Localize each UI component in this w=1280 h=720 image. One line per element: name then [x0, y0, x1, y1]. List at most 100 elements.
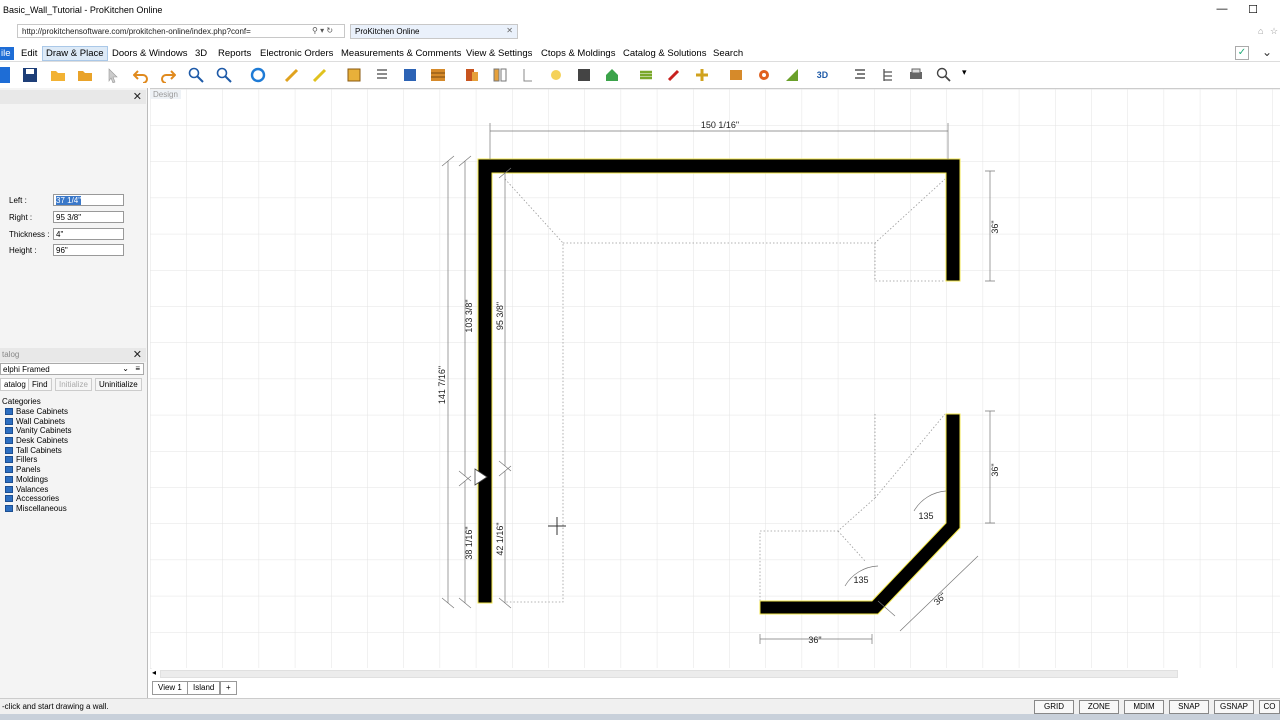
tree-item-label: Fillers	[16, 455, 38, 465]
select-arrow-icon[interactable]	[105, 67, 121, 83]
menu-electronic-orders[interactable]: Electronic Orders	[257, 47, 336, 60]
list-icon[interactable]	[374, 67, 390, 83]
catalog-select[interactable]: elphi Framed ⌄ ≡	[0, 363, 144, 375]
collapse-chevron-icon[interactable]: ⌄	[1262, 45, 1272, 59]
menu-catalog-solutions[interactable]: Catalog & Solutions	[620, 47, 709, 60]
menu-file[interactable]: ile	[0, 47, 14, 60]
height-field[interactable]: 96"	[53, 244, 124, 256]
tree-item-fillers[interactable]: Fillers	[0, 455, 144, 465]
favorites-icon[interactable]: ☆	[1270, 26, 1278, 37]
menu-reports[interactable]: Reports	[215, 47, 254, 60]
menu-search[interactable]: Search	[710, 47, 746, 60]
door-icon[interactable]	[464, 67, 480, 83]
menu-edit[interactable]: Edit	[18, 47, 40, 60]
minimize-button[interactable]: —	[1212, 3, 1232, 19]
move-icon[interactable]	[694, 67, 710, 83]
3d-view-icon[interactable]: 3D	[816, 67, 832, 83]
zoom-icon[interactable]	[188, 67, 204, 83]
left-label: Left :	[9, 196, 27, 205]
tree-root[interactable]: Categories	[0, 397, 144, 407]
tree-item-moldings[interactable]: Moldings	[0, 475, 144, 485]
scroll-left-arrow-icon[interactable]: ◂	[152, 668, 156, 677]
tab-catalog[interactable]: atalog	[0, 378, 30, 391]
dropdown-arrow-icon[interactable]: ▾	[962, 67, 978, 83]
hammer-icon[interactable]	[666, 67, 682, 83]
tree-item-panels[interactable]: Panels	[0, 465, 144, 475]
align-icon[interactable]	[852, 67, 868, 83]
menu-measurements-comments[interactable]: Measurements & Comments	[338, 47, 464, 60]
menu-icon[interactable]: ≡	[135, 364, 140, 373]
hierarchy-icon[interactable]	[880, 67, 896, 83]
tab-initialize[interactable]: Initialize	[55, 378, 92, 391]
folder-icon[interactable]	[77, 67, 93, 83]
light-icon[interactable]	[548, 67, 564, 83]
zone-toggle-button[interactable]: ZONE	[1079, 700, 1119, 714]
accessory-icon[interactable]	[728, 67, 744, 83]
menu-draw-place[interactable]: Draw & Place	[42, 46, 108, 61]
url-field[interactable]: http://prokitchensoftware.com/prokitchen…	[17, 24, 345, 38]
chevron-down-icon[interactable]: ⌄	[122, 364, 129, 373]
design-canvas[interactable]: 150 1/16" 36" 36" 141 7/16" 103 3/8" 95 …	[150, 88, 1280, 669]
window-icon[interactable]	[402, 67, 418, 83]
left-field[interactable]: 37 1/4"	[53, 194, 124, 206]
menu-ctops-moldings[interactable]: Ctops & Moldings	[538, 47, 618, 60]
tree-root-label: Categories	[2, 397, 41, 406]
tree-item-accessories[interactable]: Accessories	[0, 494, 144, 504]
tab-island[interactable]: Island	[187, 681, 221, 695]
door-window-icon[interactable]	[492, 67, 508, 83]
menu-3d[interactable]: 3D	[192, 47, 210, 60]
url-controls-icon[interactable]: ⚲ ▾ ↻	[312, 26, 333, 35]
cabinet-icon[interactable]	[346, 67, 362, 83]
close-properties-icon[interactable]: ✕	[133, 90, 142, 103]
co-toggle-button[interactable]: CO	[1259, 700, 1280, 714]
horizontal-scrollbar[interactable]: ◂	[152, 668, 1280, 678]
design-tab[interactable]: Design	[150, 90, 181, 99]
gsnap-toggle-button[interactable]: GSNAP	[1214, 700, 1254, 714]
panel-toggle-icon[interactable]	[0, 67, 10, 83]
redo-icon[interactable]	[160, 67, 176, 83]
home-icon[interactable]: ⌂	[1258, 26, 1263, 36]
tree-item-valances[interactable]: Valances	[0, 484, 144, 494]
bracket-icon[interactable]	[520, 67, 536, 83]
tab-find[interactable]: Find	[28, 378, 52, 391]
thickness-field[interactable]: 4"	[53, 228, 124, 240]
tree-item-wall-cabinets[interactable]: Wall Cabinets	[0, 416, 144, 426]
decorate-icon[interactable]	[784, 67, 800, 83]
undo-icon[interactable]	[133, 67, 149, 83]
snap-toggle-button[interactable]: SNAP	[1169, 700, 1209, 714]
pencil-icon[interactable]	[312, 67, 328, 83]
floorplan-drawing[interactable]: 150 1/16" 36" 36" 141 7/16" 103 3/8" 95 …	[150, 89, 1280, 669]
close-tab-icon[interactable]: ✕	[506, 26, 513, 35]
layers-icon[interactable]	[638, 67, 654, 83]
save-icon[interactable]	[22, 67, 38, 83]
svg-text:3D: 3D	[817, 70, 828, 80]
open-folder-icon[interactable]	[50, 67, 66, 83]
confirm-icon[interactable]: ✓	[1235, 46, 1249, 60]
settings-gear-icon[interactable]	[756, 67, 772, 83]
zoom-window-icon[interactable]	[216, 67, 232, 83]
menu-view-settings[interactable]: View & Settings	[463, 47, 535, 60]
scrollbar-thumb[interactable]	[160, 670, 1178, 678]
drawers-icon[interactable]	[430, 67, 446, 83]
appliance-icon[interactable]	[576, 67, 592, 83]
tree-item-miscellaneous[interactable]: Miscellaneous	[0, 504, 144, 514]
menu-doors-windows[interactable]: Doors & Windows	[109, 47, 191, 60]
mdim-toggle-button[interactable]: MDIM	[1124, 700, 1164, 714]
draw-wall-icon[interactable]	[284, 67, 300, 83]
right-field[interactable]: 95 3/8"	[53, 211, 124, 223]
search-icon[interactable]	[936, 67, 952, 83]
tree-item-base-cabinets[interactable]: Base Cabinets	[0, 407, 144, 417]
print-icon[interactable]	[908, 67, 924, 83]
tree-item-desk-cabinets[interactable]: Desk Cabinets	[0, 436, 144, 446]
house-icon[interactable]	[604, 67, 620, 83]
browser-tab[interactable]: ProKitchen Online ✕	[350, 24, 518, 39]
maximize-button[interactable]: ☐	[1243, 3, 1263, 19]
tab-view-1[interactable]: View 1	[152, 681, 188, 695]
close-catalog-icon[interactable]: ✕	[133, 348, 142, 361]
grid-toggle-button[interactable]: GRID	[1034, 700, 1074, 714]
tab-uninitialize[interactable]: Uninitialize	[95, 378, 142, 391]
tree-item-tall-cabinets[interactable]: Tall Cabinets	[0, 445, 144, 455]
refresh-icon[interactable]	[250, 67, 266, 83]
add-view-button[interactable]: +	[220, 681, 237, 695]
tree-item-vanity-cabinets[interactable]: Vanity Cabinets	[0, 426, 144, 436]
